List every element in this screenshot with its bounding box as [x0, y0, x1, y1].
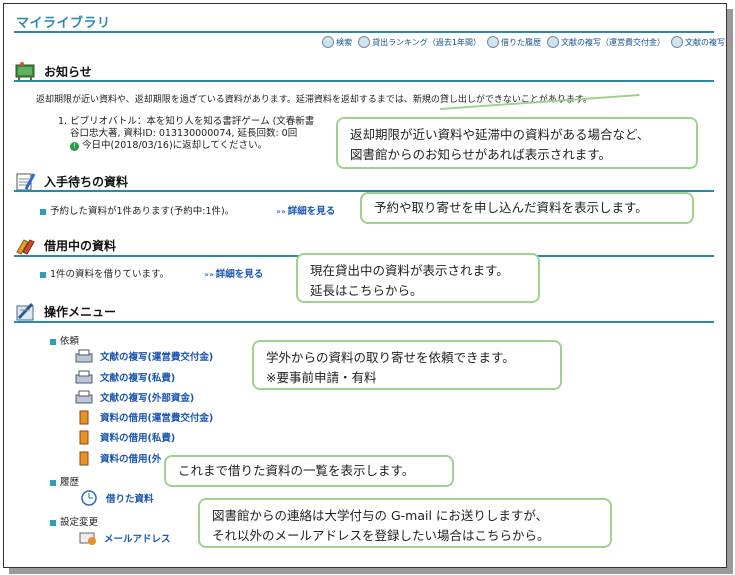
- menu-email-address[interactable]: メールアドレス: [78, 530, 171, 546]
- notice-heading: お知らせ: [44, 64, 92, 79]
- notice-divider: [14, 80, 714, 82]
- menu-loan-grant[interactable]: 資料の借用(運営費交付金): [74, 409, 213, 425]
- menu-group-history: 履歴: [50, 474, 79, 488]
- menu-group-settings: 設定変更: [50, 514, 98, 528]
- toplink-copy-grant[interactable]: 文献の複写（運営費交付金）: [547, 36, 665, 48]
- copy-icon: [671, 36, 683, 48]
- bullet-square: [50, 338, 56, 345]
- notepad-pencil-icon: [14, 170, 36, 192]
- menu-group-request: 依頼: [50, 333, 79, 347]
- page-title: マイライブラリ: [16, 16, 111, 31]
- bullet-square: [50, 519, 56, 526]
- toplink-search[interactable]: 検索: [322, 36, 352, 48]
- menu-copy-external[interactable]: 文献の複写(外部資金): [74, 389, 194, 405]
- menu-borrowed-items[interactable]: 借りた資料: [80, 490, 154, 506]
- notice-section-header: お知らせ: [14, 60, 92, 82]
- book-icon: [79, 451, 89, 466]
- borrowing-details-link[interactable]: »» 詳細を見る: [204, 266, 263, 280]
- search-icon: [322, 36, 335, 48]
- bullet-square: [40, 208, 46, 215]
- double-chevron-icon: »»: [276, 207, 286, 216]
- toplink-history[interactable]: 借りた履歴: [487, 36, 541, 48]
- callout-mail: 図書館からの連絡は大学付与の G-mail にお送りしますが、 それ以外のメール…: [198, 498, 612, 548]
- borrowing-summary: 1件の資料を借りています。: [40, 266, 169, 280]
- top-links: 検索 貸出ランキング（過去1年間） 借りた履歴 文献の複写（運営費交付金） 文献…: [322, 36, 725, 48]
- callout-history: これまで借りた資料の一覧を表示します。: [164, 455, 454, 487]
- bullet-square: [50, 479, 56, 486]
- menu-copy-private[interactable]: 文献の複写(私費): [74, 369, 175, 385]
- book-icon: [79, 430, 89, 445]
- borrowing-heading: 借用中の資料: [44, 238, 117, 253]
- menu-section-header: 操作メニュー: [14, 300, 116, 322]
- copy-machine-icon: [75, 370, 93, 384]
- waiting-details-link[interactable]: »» 詳細を見る: [276, 203, 335, 217]
- clock-icon: [81, 490, 97, 506]
- waiting-heading: 入手待ちの資料: [44, 174, 129, 189]
- info-icon: !: [70, 142, 79, 151]
- email-icon: [79, 532, 96, 545]
- book-icon: [79, 410, 89, 425]
- notice-item-due: ! 今日中(2018/03/16)に返却してください。: [70, 137, 267, 151]
- callout-borrowing: 現在貸出中の資料が表示されます。 延長はこちらから。: [296, 253, 540, 303]
- menu-loan-external[interactable]: 資料の借用(外: [74, 450, 161, 466]
- toplink-ranking[interactable]: 貸出ランキング（過去1年間）: [358, 36, 481, 48]
- tools-icon: [14, 300, 36, 322]
- books-icon: [14, 234, 36, 256]
- history-icon: [487, 36, 499, 48]
- waiting-summary: 予約した資料が1件あります(予約中:1件)。: [40, 203, 234, 217]
- callout-waiting: 予約や取り寄せを申し込んだ資料を表示します。: [360, 192, 694, 224]
- copy-machine-icon: [75, 349, 93, 363]
- ranking-icon: [358, 36, 371, 48]
- bulletin-board-icon: [14, 60, 36, 82]
- callout-request: 学外からの資料の取り寄せを依頼できます。 ※要事前申請・有料: [252, 340, 562, 390]
- menu-copy-grant[interactable]: 文献の複写(運営費交付金): [74, 348, 213, 364]
- menu-heading: 操作メニュー: [44, 304, 117, 319]
- double-chevron-icon: »»: [204, 270, 214, 279]
- title-underline: [14, 31, 714, 33]
- copy-icon: [547, 36, 559, 48]
- copy-machine-icon: [75, 390, 93, 404]
- callout-notice: 返却期限が近い資料や延滞中の資料がある場合など、 図書館からのお知らせがあれば表…: [336, 117, 698, 169]
- toplink-copy[interactable]: 文献の複写: [671, 36, 725, 48]
- bullet-square: [40, 271, 46, 278]
- menu-divider: [14, 321, 714, 323]
- waiting-section-header: 入手待ちの資料: [14, 170, 128, 192]
- borrowing-section-header: 借用中の資料: [14, 234, 116, 256]
- menu-loan-private[interactable]: 資料の借用(私費): [74, 429, 175, 445]
